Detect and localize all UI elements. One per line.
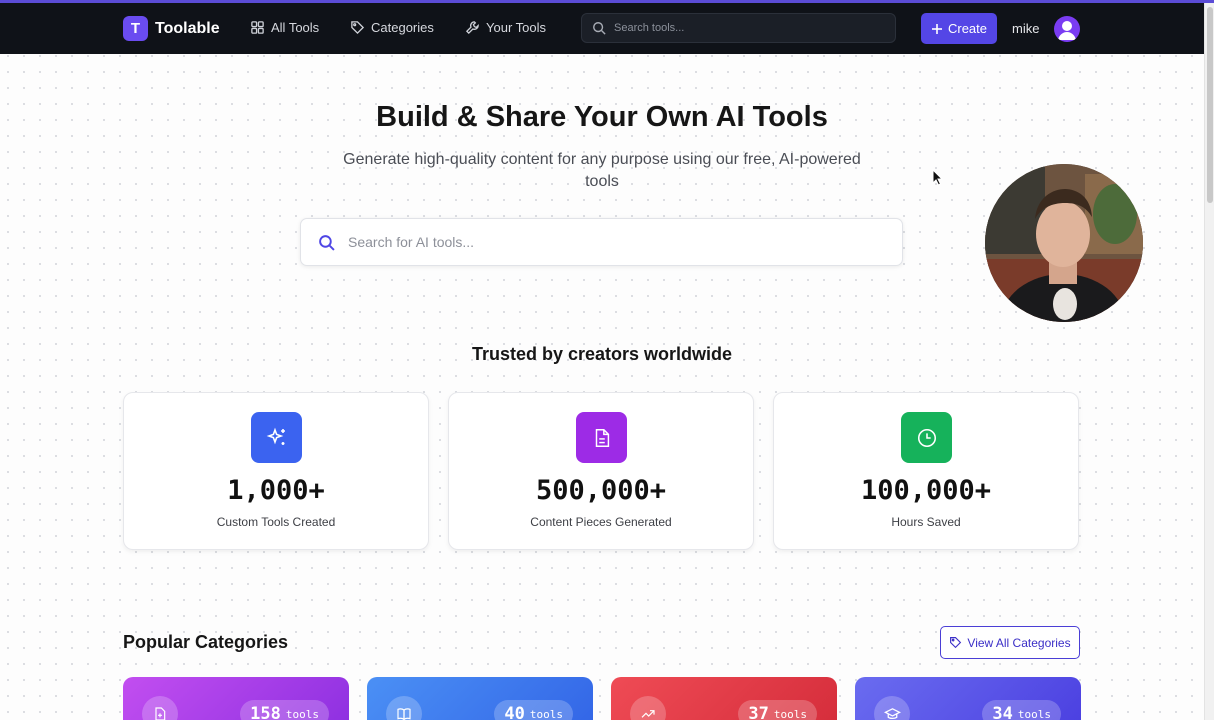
create-button[interactable]: Create — [921, 13, 997, 44]
category-card[interactable]: 40 tools — [367, 677, 593, 720]
category-count-unit: tools — [773, 707, 807, 720]
nav-your-tools[interactable]: Your Tools — [465, 20, 546, 35]
category-icon-circle — [386, 696, 422, 720]
category-count-number: 158 — [250, 704, 281, 720]
plus-icon — [931, 23, 942, 34]
nav-all-tools[interactable]: All Tools — [250, 20, 319, 35]
stat-value: 1,000+ — [227, 475, 325, 506]
brand-name: Toolable — [155, 19, 220, 37]
category-count-number: 40 — [504, 704, 525, 720]
category-count-number: 34 — [992, 704, 1013, 720]
stat-icon-box — [901, 412, 952, 463]
mouse-cursor-icon — [932, 169, 944, 186]
stat-label: Content Pieces Generated — [530, 515, 672, 529]
category-tool-count: 34 tools — [982, 700, 1061, 720]
grid-icon — [251, 21, 264, 34]
category-count-unit: tools — [529, 707, 563, 720]
nav-categories-label: Categories — [371, 20, 434, 35]
user-icon — [1058, 21, 1076, 40]
category-count-unit: tools — [285, 707, 319, 720]
nav-search-input[interactable]: Search tools... — [581, 13, 896, 43]
hero-subtitle: Generate high-quality content for any pu… — [343, 151, 861, 190]
view-all-categories-label: View All Categories — [967, 635, 1071, 650]
stat-icon-box — [251, 412, 302, 463]
stat-value: 500,000+ — [535, 475, 667, 506]
category-icon-circle — [874, 696, 910, 720]
category-tool-count: 37 tools — [738, 700, 817, 720]
stat-label: Custom Tools Created — [216, 515, 336, 529]
nav-your-tools-label: Your Tools — [486, 20, 546, 35]
nav-search-placeholder: Search tools... — [614, 22, 685, 34]
category-count-unit: tools — [1017, 707, 1051, 720]
user-avatar[interactable] — [1054, 16, 1080, 42]
trending-up-icon — [641, 710, 655, 718]
trusted-heading: Trusted by creators worldwide — [471, 344, 733, 364]
clock-icon — [917, 428, 936, 447]
book-icon — [397, 708, 411, 720]
category-card[interactable]: 158 tools — [123, 677, 349, 720]
category-tool-count: 40 tools — [494, 700, 573, 720]
category-icon-circle — [630, 696, 666, 720]
create-button-label: Create — [947, 21, 988, 36]
graduation-cap-icon — [883, 707, 901, 719]
logo-badge: T — [123, 16, 148, 41]
hero-title: Build & Share Your Own AI Tools — [376, 101, 828, 133]
page-scrollbar[interactable] — [1204, 3, 1214, 720]
nav-all-tools-label: All Tools — [271, 20, 320, 35]
tag-icon — [950, 637, 962, 649]
search-icon — [593, 22, 606, 35]
file-plus-icon — [155, 707, 166, 720]
stat-value: 100,000+ — [860, 475, 992, 506]
tag-icon — [351, 21, 365, 35]
category-tool-count: 158 tools — [240, 700, 329, 720]
presenter-video-image — [985, 164, 1143, 322]
nav-categories[interactable]: Categories — [350, 20, 434, 35]
popular-categories-heading: Popular Categories — [123, 632, 289, 652]
document-icon — [595, 428, 609, 447]
hero-search-input[interactable]: Search for AI tools... — [300, 218, 903, 266]
webcam-overlay — [985, 164, 1143, 322]
stat-card-content-generated: 500,000+ Content Pieces Generated — [448, 392, 754, 550]
search-icon — [319, 234, 335, 251]
stat-card-tools-created: 1,000+ Custom Tools Created — [123, 392, 429, 550]
hero-search-placeholder: Search for AI tools... — [348, 234, 475, 250]
category-card[interactable]: 37 tools — [611, 677, 837, 720]
sparkles-icon — [266, 427, 285, 445]
brand-logo[interactable]: T Toolable — [123, 16, 220, 41]
view-all-categories-button[interactable]: View All Categories — [940, 626, 1080, 659]
category-card[interactable]: 34 tools — [855, 677, 1081, 720]
wrench-icon — [465, 21, 479, 35]
category-icon-circle — [142, 696, 178, 720]
top-navbar: T Toolable All Tools Categories Your Too… — [0, 3, 1204, 54]
stat-label: Hours Saved — [891, 515, 961, 529]
stat-icon-box — [576, 412, 627, 463]
category-count-number: 37 — [748, 704, 769, 720]
username[interactable]: mike — [1012, 21, 1039, 36]
stat-card-hours-saved: 100,000+ Hours Saved — [773, 392, 1079, 550]
scrollbar-thumb[interactable] — [1207, 7, 1213, 203]
